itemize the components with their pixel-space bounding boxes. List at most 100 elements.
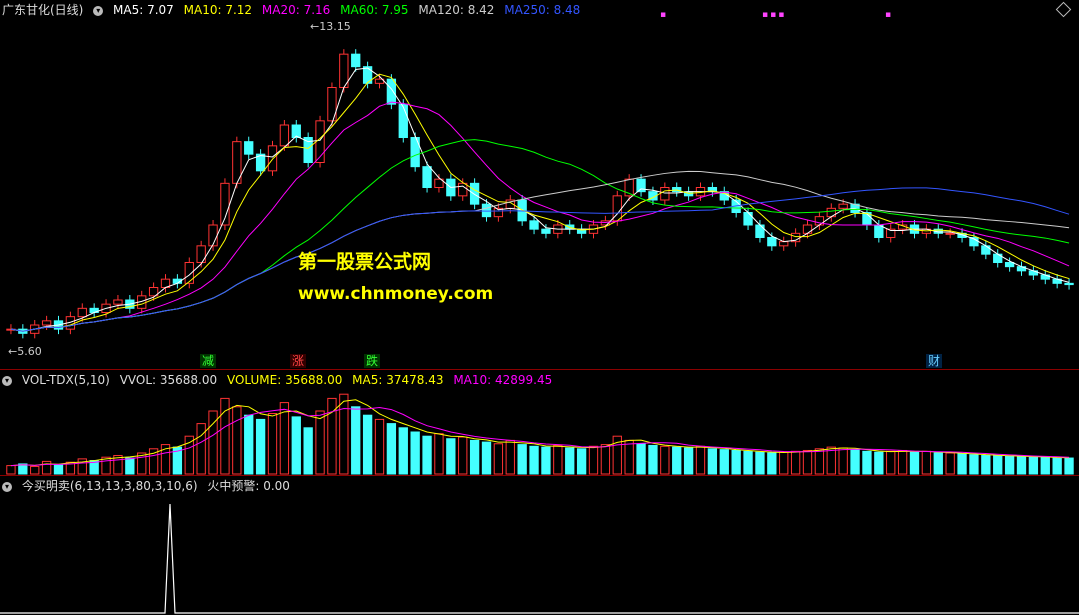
candle	[386, 74, 397, 110]
volume-bar	[541, 446, 551, 475]
candle	[232, 136, 242, 189]
candle	[208, 220, 218, 251]
volume-bar	[897, 449, 908, 475]
volume-bar	[386, 423, 397, 475]
volume-bar	[743, 450, 753, 475]
volume-bar	[398, 427, 408, 475]
volume-panel[interactable]: ▾ VOL-TDX(5,10) VVOL: 35688.00 VOLUME: 3…	[0, 370, 1079, 476]
candle	[339, 49, 349, 93]
volume-bar	[232, 406, 242, 475]
indicator-panel[interactable]: ▾ 今买明卖(6,13,13,3,80,3,10,6) 火中预警: 0.00	[0, 476, 1079, 615]
vol-indicator-name: VOL-TDX(5,10)	[21, 373, 110, 387]
volume-bar	[874, 451, 884, 475]
volume-bar	[683, 447, 694, 475]
volume-bar	[957, 453, 967, 475]
low-price-label: ←5.60	[8, 345, 42, 358]
volume-bar	[410, 431, 420, 475]
volume-bar	[493, 443, 504, 475]
volume-bar	[660, 445, 670, 475]
volume-bar	[1004, 455, 1015, 475]
indicator-signal: 火中预警: 0.00	[207, 479, 290, 493]
volume-bar	[1028, 456, 1039, 475]
volume-bar	[267, 413, 278, 475]
volume-bar	[1040, 456, 1050, 475]
price-header: 广东甘化(日线) ▾ MA5: 7.07 MA10: 7.12 MA20: 7.…	[2, 2, 586, 18]
candle	[779, 236, 789, 251]
candle	[422, 161, 432, 193]
collapse-icon[interactable]: ▾	[2, 481, 12, 492]
volume-bar	[446, 438, 456, 475]
volume-bar	[565, 447, 575, 475]
vol-ma5-value: MA5: 37478.43	[352, 373, 444, 387]
volume-bar	[933, 452, 943, 475]
ma250-line	[10, 187, 1070, 332]
volume-bar	[1016, 455, 1027, 475]
volume-bar	[1052, 457, 1062, 475]
ma120-line	[10, 170, 1070, 332]
volume-bar	[30, 465, 40, 475]
candle	[458, 178, 468, 201]
volume-bar	[362, 414, 373, 475]
volume-bar	[196, 423, 206, 475]
volume-bar	[755, 451, 765, 475]
volume-bar	[850, 449, 860, 475]
volume-bar	[707, 448, 718, 475]
ma10-value: MA10: 7.12	[183, 3, 253, 17]
candle	[790, 228, 801, 247]
volume-header: ▾ VOL-TDX(5,10) VVOL: 35688.00 VOLUME: 3…	[2, 372, 558, 388]
marker-2[interactable]: 涨	[290, 354, 307, 368]
candle	[303, 132, 313, 168]
candle	[767, 232, 777, 251]
candle	[244, 136, 254, 160]
volume-bar	[909, 451, 920, 475]
candle	[1028, 265, 1039, 280]
volume-bar	[422, 435, 432, 475]
candle	[1064, 278, 1074, 290]
candle	[89, 303, 99, 318]
volume-bar	[41, 460, 52, 475]
volume-bar	[624, 439, 634, 475]
candle	[113, 295, 123, 310]
volume-bar	[6, 465, 16, 475]
volume-bar	[695, 445, 706, 475]
volume-bar	[53, 464, 64, 475]
volume-bar	[767, 452, 777, 475]
marker-4[interactable]: 财	[926, 354, 943, 368]
volume-bar	[458, 436, 468, 475]
candle	[220, 178, 230, 230]
ma120-value: MA120: 8.42	[418, 3, 495, 17]
volume-bar	[529, 445, 539, 475]
volume-bar	[672, 446, 682, 475]
candle	[743, 207, 753, 230]
volume-bar	[838, 447, 848, 475]
volume-bar	[576, 448, 587, 475]
candle	[660, 182, 670, 205]
candle	[481, 199, 492, 222]
volume-bar	[315, 410, 325, 475]
price-panel[interactable]: 广东甘化(日线) ▾ MA5: 7.07 MA10: 7.12 MA20: 7.…	[0, 0, 1079, 370]
volume-bar	[434, 433, 444, 475]
candle	[719, 186, 729, 205]
marker-3[interactable]: 跌	[364, 354, 381, 368]
volume-bar	[862, 450, 872, 475]
volume-bar	[719, 449, 729, 475]
volume-bar	[553, 444, 563, 475]
collapse-icon[interactable]: ▾	[2, 375, 12, 386]
volume-bar	[255, 418, 266, 475]
indicator-chart[interactable]	[0, 476, 1079, 615]
volume-bar	[244, 414, 254, 475]
volume-bar	[505, 439, 515, 475]
vvol-value: VVOL: 35688.00	[119, 373, 218, 387]
marker-1[interactable]: 减	[200, 354, 217, 368]
watermark-title: 第一股票公式网	[298, 251, 432, 273]
price-chart[interactable]	[0, 0, 1079, 369]
candle	[327, 82, 337, 126]
candle	[862, 207, 872, 230]
collapse-icon[interactable]: ▾	[93, 5, 104, 16]
candle	[755, 220, 765, 243]
candle	[398, 99, 408, 143]
candle	[874, 220, 884, 243]
volume-bar	[790, 450, 801, 475]
ma5-value: MA5: 7.07	[113, 3, 174, 17]
stock-title: 广东甘化(日线)	[2, 3, 84, 17]
